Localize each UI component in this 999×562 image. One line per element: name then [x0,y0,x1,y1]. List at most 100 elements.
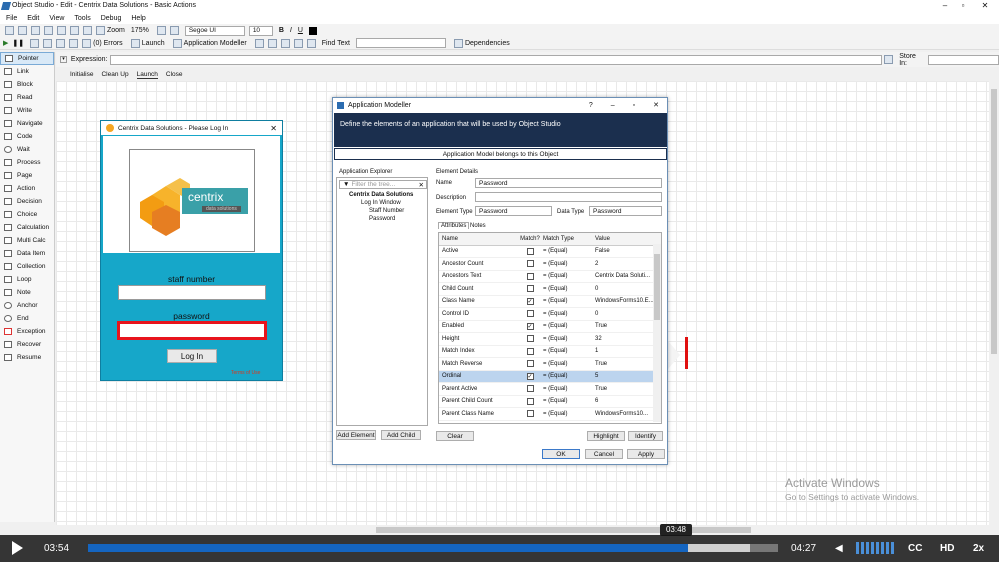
attribute-row[interactable]: Parent Class Name = (Equal) WindowsForms10… [439,408,661,421]
vscroll-thumb[interactable] [991,89,997,354]
attribute-row[interactable]: Ordinal ✓ = (Equal) 5 [439,370,661,383]
add-child-button[interactable]: Add Child [381,430,421,440]
hd-button[interactable]: HD [940,543,954,554]
layout-icon[interactable] [293,38,303,48]
step-icon[interactable] [30,38,40,48]
tree-node-password[interactable]: Password [369,216,395,222]
cc-button[interactable]: CC [908,543,922,554]
reset-icon[interactable] [69,38,79,48]
match-checkbox[interactable] [526,347,534,355]
palette-toggle[interactable]: ▾ [60,56,67,63]
clear-button[interactable]: Clear [436,431,474,441]
link-icon[interactable] [267,38,277,48]
attribute-row[interactable]: Control ID = (Equal) 0 [439,308,661,321]
match-type[interactable]: = (Equal) [543,323,595,329]
zoom-value[interactable]: 175% [131,27,149,34]
col-value[interactable]: Value [595,236,661,242]
menu-help[interactable]: Help [131,15,145,22]
match-checkbox[interactable]: ✓ [526,322,534,330]
palette-item-anchor[interactable]: Anchor [0,299,54,312]
match-checkbox[interactable] [526,410,534,418]
login-close-icon[interactable]: ✕ [270,124,277,133]
identify-button[interactable]: Identify [628,431,663,441]
match-checkbox[interactable] [526,385,534,393]
paste-icon[interactable] [57,26,66,35]
tab-clean-up[interactable]: Clean Up [101,71,128,78]
attribute-row[interactable]: Match Reverse = (Equal) True [439,358,661,371]
tab-close[interactable]: Close [166,71,183,78]
store-in-input[interactable] [928,54,999,65]
match-checkbox[interactable] [526,335,534,343]
description-input[interactable] [475,192,662,202]
palette-item-choice[interactable]: Choice [0,208,54,221]
palette-item-exception[interactable]: Exception [0,325,54,338]
match-type[interactable]: = (Equal) [543,361,595,367]
tree-node-staff-number[interactable]: Staff Number [369,208,404,214]
match-type[interactable]: = (Equal) [543,286,595,292]
attribute-row[interactable]: Parent Active = (Equal) True [439,383,661,396]
match-checkbox[interactable] [526,310,534,318]
palette-item-decision[interactable]: Decision [0,195,54,208]
match-type[interactable]: = (Equal) [543,261,595,267]
palette-item-page[interactable]: Page [0,169,54,182]
app-modeller-button[interactable]: Application Modeller [184,40,247,47]
page-icon[interactable] [96,26,105,35]
attribute-row[interactable]: Ancestor Count = (Equal) 2 [439,258,661,271]
palette-item-end[interactable]: End [0,312,54,325]
staff-number-input[interactable] [118,285,266,300]
launch-button[interactable]: Launch [142,40,165,47]
match-type[interactable]: = (Equal) [543,411,595,417]
match-type[interactable]: = (Equal) [543,348,595,354]
tree-node-root[interactable]: Centrix Data Solutions [349,192,413,198]
palette-item-calculation[interactable]: Calculation [0,221,54,234]
cut-icon[interactable] [31,26,40,35]
element-type-select[interactable]: Password [475,206,552,216]
palette-item-write[interactable]: Write [0,104,54,117]
dependencies-button[interactable]: Dependencies [465,40,510,47]
palette-item-pointer[interactable]: Pointer [0,52,54,65]
palette-item-block[interactable]: Block [0,78,54,91]
palette-item-action[interactable]: Action [0,182,54,195]
apply-button[interactable]: Apply [627,449,665,459]
attribute-row[interactable]: Parent Child Count = (Equal) 6 [439,396,661,408]
step-over-icon[interactable] [43,38,53,48]
expression-builder-icon[interactable] [884,55,894,64]
palette-item-collection[interactable]: Collection [0,260,54,273]
match-checkbox[interactable] [526,360,534,368]
col-match-type[interactable]: Match Type [543,236,595,242]
name-input[interactable]: Password [475,178,662,188]
expression-input[interactable] [110,54,883,65]
palette-item-process[interactable]: Process [0,156,54,169]
play-icon[interactable] [12,541,23,555]
tab-initialise[interactable]: Initialise [70,71,93,78]
match-checkbox[interactable] [526,272,534,280]
step-out-icon[interactable] [56,38,66,48]
col-match[interactable]: Match? [517,236,543,242]
palette-item-recover[interactable]: Recover [0,338,54,351]
data-type-select[interactable]: Password [589,206,662,216]
palette-item-note[interactable]: Note [0,286,54,299]
match-type[interactable]: = (Equal) [543,398,595,404]
attribute-row[interactable]: Child Count = (Equal) 0 [439,283,661,296]
horizontal-scrollbar[interactable] [56,525,989,535]
tree-filter-input[interactable]: ▼ Filter the tree... ✕ [339,180,427,189]
palette-item-link[interactable]: Link [0,65,54,78]
match-type[interactable]: = (Equal) [543,311,595,317]
underline-icon[interactable]: U [298,27,303,34]
ok-button[interactable]: OK [542,449,580,459]
attribute-row[interactable]: Ancestors Text = (Equal) Centrix Data Solu… [439,271,661,283]
volume-icon[interactable]: ◀ [835,543,843,554]
save-icon[interactable] [5,26,14,35]
match-checkbox[interactable] [526,247,534,255]
terms-of-use-link[interactable]: Terms of Use [231,370,260,376]
grid-scrollbar[interactable] [653,244,661,422]
modeller-close-icon[interactable]: ✕ [653,101,659,109]
close-icon[interactable]: ✕ [980,1,990,11]
find-text-input[interactable] [355,38,446,48]
menu-tools[interactable]: Tools [74,15,90,22]
login-button[interactable]: Log In [167,349,217,363]
match-checkbox[interactable]: ✓ [526,297,534,305]
speed-button[interactable]: 2x [973,543,984,554]
minimize-icon[interactable]: – [940,1,950,11]
password-input[interactable] [117,321,267,340]
